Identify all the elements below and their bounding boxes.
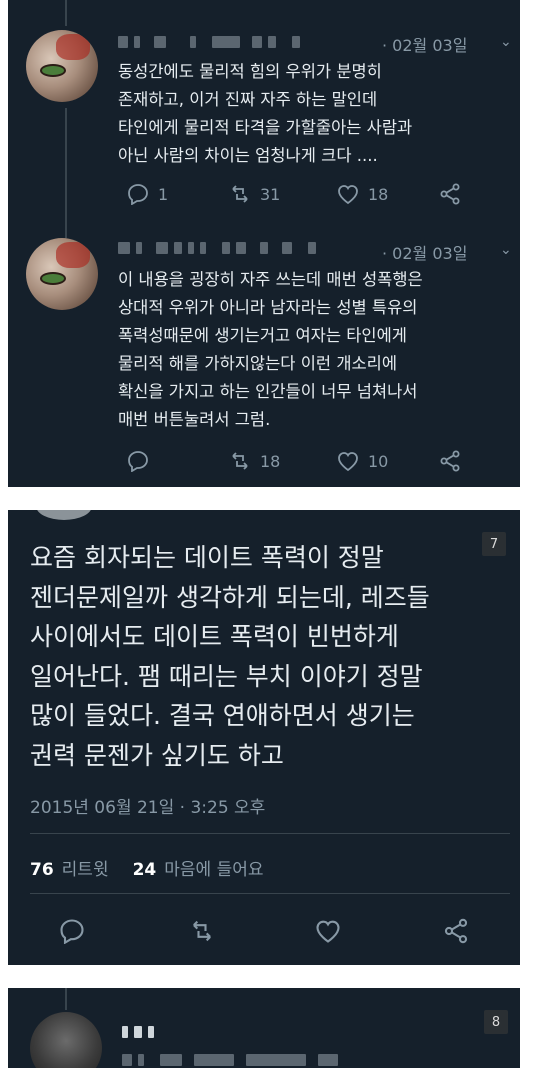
focused-tweet-panel: 7 요즘 회자되는 데이트 폭력이 정말 젠더문제일까 생각하게 되는데, 레즈… (8, 510, 520, 965)
image-number-badge: 8 (484, 1010, 508, 1034)
reply-icon[interactable] (58, 918, 86, 944)
avatar[interactable] (26, 30, 98, 102)
chevron-down-icon[interactable]: ⌄ (500, 34, 512, 50)
tweet-date: · 02월 03일 (382, 36, 468, 55)
retweet-icon (232, 452, 248, 470)
likes-label[interactable]: 마음에 들어요 (164, 855, 263, 880)
retweet-count: 18 (260, 451, 281, 471)
like-button[interactable]: 18 (336, 183, 388, 205)
avatar[interactable] (26, 238, 98, 310)
retweet-count: 31 (260, 184, 281, 204)
tweet-stats: 76 리트윗 24 마음에 들어요 (30, 855, 264, 880)
divider (30, 893, 510, 894)
share-icon (440, 450, 460, 472)
retweets-label[interactable]: 리트윗 (62, 855, 109, 880)
retweets-value[interactable]: 76 (30, 860, 54, 880)
share-icon (440, 183, 460, 205)
retweet-button[interactable]: 18 (228, 450, 280, 472)
tweet-date: · 02월 03일 (382, 244, 468, 263)
redacted-username (122, 1024, 154, 1040)
focused-tweet-actions (8, 912, 520, 948)
redacted-username (118, 240, 316, 256)
like-count: 18 (368, 184, 389, 204)
avatar[interactable] (30, 1012, 102, 1068)
tweet-actions: 18 10 (118, 450, 498, 474)
heart-icon (338, 185, 358, 205)
thread-connector (65, 0, 67, 26)
reply-icon (128, 451, 148, 472)
like-button[interactable]: 10 (336, 450, 388, 472)
next-tweet-panel: 8 (8, 988, 520, 1068)
share-icon[interactable] (442, 918, 470, 944)
like-count: 10 (368, 451, 389, 471)
retweet-button[interactable]: 31 (228, 183, 280, 205)
retweet-icon (232, 185, 248, 203)
tweet-text: 이 내용을 굉장히 자주 쓰는데 매번 성폭행은 상대적 우위가 아니라 남자라… (118, 270, 423, 429)
redacted-username (118, 34, 300, 50)
retweet-icon[interactable] (188, 918, 216, 944)
likes-value[interactable]: 24 (133, 860, 157, 880)
tweet-text: 동성간에도 물리적 힘의 우위가 분명히 존재하고, 이거 진짜 자주 하는 말… (118, 62, 413, 165)
focused-tweet-text: 요즘 회자되는 데이트 폭력이 정말 젠더문제일까 생각하게 되는데, 레즈들 … (30, 543, 430, 770)
tweet-datetime: 2015년 06월 21일 · 3:25 오후 (30, 798, 266, 818)
tweet-actions: 1 31 18 (118, 183, 498, 207)
redacted-handle (122, 1052, 338, 1068)
reply-count: 1 (158, 184, 169, 204)
share-button[interactable] (438, 450, 462, 472)
heart-icon (338, 452, 358, 472)
thread-connector (65, 108, 67, 238)
reply-icon (128, 184, 148, 205)
reply-button[interactable] (126, 450, 150, 472)
thread-connector (65, 988, 67, 1010)
reply-button[interactable]: 1 (126, 183, 168, 205)
share-button[interactable] (438, 183, 462, 205)
chevron-down-icon[interactable]: ⌄ (500, 242, 512, 258)
thread-panel: · 02월 03일 ⌄ 동성간에도 물리적 힘의 우위가 분명히 존재하고, 이… (8, 0, 520, 487)
divider (30, 833, 510, 834)
avatar (36, 510, 92, 520)
heart-icon[interactable] (314, 918, 342, 944)
